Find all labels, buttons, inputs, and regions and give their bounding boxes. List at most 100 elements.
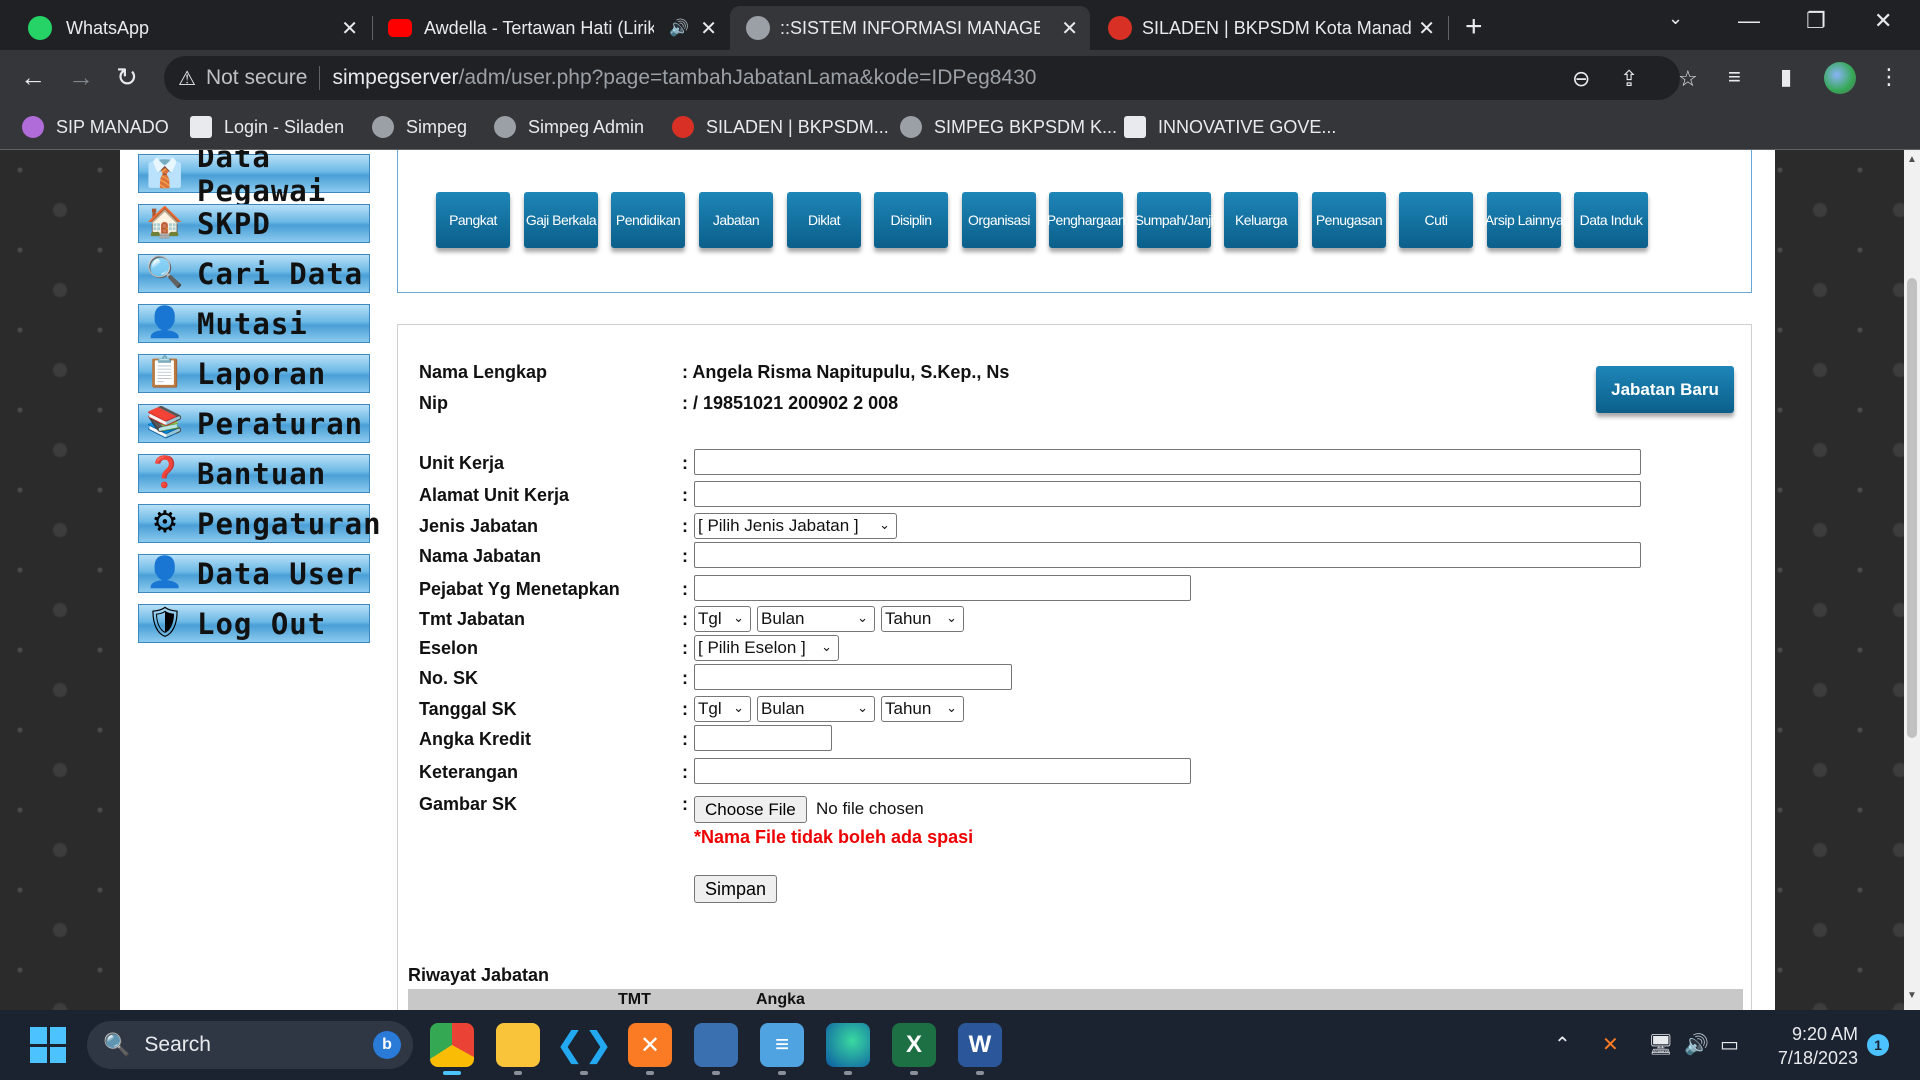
tab-diklat[interactable]: Diklat — [787, 192, 861, 248]
bookmark-innovative-gove[interactable]: INNOVATIVE GOVE... — [1124, 116, 1336, 138]
keterangan-input[interactable] — [694, 758, 1191, 784]
warning-icon[interactable]: ⚠ — [178, 66, 196, 91]
menu-item-skpd[interactable]: 🏠 SKPD — [138, 204, 370, 243]
media-control-icon[interactable]: ≡ — [1728, 64, 1741, 90]
edge-icon[interactable] — [826, 1023, 870, 1075]
eselon-select[interactable]: [ Pilih Eselon ] ⌄ — [694, 635, 839, 661]
tab-gaji-berkala[interactable]: Gaji Berkala — [524, 192, 598, 248]
bookmark-simpeg[interactable]: Simpeg — [372, 116, 467, 138]
unit-kerja-input[interactable] — [694, 449, 1641, 475]
menu-item-log-out[interactable]: 🛡 Log Out — [138, 604, 370, 643]
tab-search-icon[interactable]: ⌄ — [1668, 8, 1683, 29]
simpan-button[interactable]: Simpan — [694, 875, 778, 903]
tab-penugasan[interactable]: Penugasan — [1312, 192, 1386, 248]
menu-item-bantuan[interactable]: ❓ Bantuan — [138, 454, 370, 493]
word-icon[interactable]: W — [958, 1023, 1002, 1075]
new-tab-button[interactable]: + — [1465, 10, 1483, 44]
share-icon[interactable]: ⇪ — [1620, 66, 1638, 92]
choose-file-button[interactable]: Choose File — [694, 796, 807, 823]
file-explorer-icon[interactable] — [496, 1023, 540, 1075]
tab-arsip-lainnya[interactable]: Arsip Lainnya — [1485, 192, 1564, 248]
bookmark-login-siladen[interactable]: Login - Siladen — [190, 116, 344, 138]
sk-tgl-select[interactable]: Tgl ⌄ — [694, 696, 751, 722]
close-icon[interactable]: ✕ — [700, 16, 717, 41]
back-arrow-icon[interactable]: ← — [20, 62, 46, 93]
menu-item-laporan[interactable]: 📋 Laporan — [138, 354, 370, 393]
tab-keluarga[interactable]: Keluarga — [1224, 192, 1298, 248]
tab-penghargaan[interactable]: Penghargaan — [1047, 192, 1126, 248]
address-bar[interactable]: ⚠ Not secure simpegserver/adm/user.php?p… — [164, 56, 1698, 100]
close-window-button[interactable]: ✕ — [1874, 8, 1892, 34]
angka-kredit-input[interactable] — [694, 725, 832, 751]
xampp-tray-icon[interactable]: ✕ — [1602, 1032, 1619, 1057]
scrollbar-thumb[interactable] — [1907, 278, 1917, 738]
nip-value: : / 19851021 200902 2 008 — [682, 393, 899, 413]
tab-jabatan[interactable]: Jabatan — [699, 192, 773, 248]
menu-item-mutasi[interactable]: 👤 Mutasi — [138, 304, 370, 343]
forward-arrow-icon[interactable]: → — [68, 62, 94, 93]
bookmark-sip-manado[interactable]: SIP MANADO — [22, 116, 169, 138]
menu-item-peraturan[interactable]: 📚 Peraturan — [138, 404, 370, 443]
star-icon[interactable]: ☆ — [1678, 66, 1698, 92]
chrome-icon[interactable] — [430, 1023, 474, 1075]
notepad-icon[interactable]: ≡ — [760, 1023, 804, 1075]
tmt-tahun-select[interactable]: Tahun ⌄ — [881, 606, 964, 632]
close-icon[interactable]: ✕ — [1061, 16, 1078, 41]
scroll-up-arrow-icon[interactable]: ▲ — [1907, 154, 1917, 165]
scroll-down-arrow-icon[interactable]: ▼ — [1907, 990, 1917, 1001]
tab-sistem-informasi[interactable]: ::SISTEM INFORMASI MANAGEM ✕ — [730, 6, 1090, 50]
bookmark-siladen-bkpsdm[interactable]: SILADEN | BKPSDM... — [672, 116, 889, 138]
jenis-jabatan-select[interactable]: [ Pilih Jenis Jabatan ] ⌄ — [694, 513, 897, 539]
menu-dots-icon[interactable]: ⋮ — [1878, 64, 1900, 90]
bing-icon[interactable]: b — [373, 1031, 401, 1059]
alamat-unit-kerja-input[interactable] — [694, 481, 1641, 507]
bookmark-simpeg-admin[interactable]: Simpeg Admin — [494, 116, 644, 138]
no-sk-input[interactable] — [694, 664, 1012, 690]
tab-youtube[interactable]: Awdella - Tertawan Hati (Lirik 🔊 ✕ — [374, 6, 729, 50]
pejabat-input[interactable] — [694, 575, 1191, 601]
volume-icon[interactable]: 🔊 — [1684, 1032, 1709, 1057]
menu-item-data-pegawai[interactable]: 👔 Data Pegawai — [138, 150, 370, 208]
tab-siladen[interactable]: SILADEN | BKPSDM Kota Manado ✕ — [1092, 6, 1447, 50]
windows-start-icon[interactable] — [30, 1027, 66, 1063]
tab-organisasi[interactable]: Organisasi — [962, 192, 1036, 248]
restore-button[interactable]: ❐ — [1806, 8, 1826, 34]
excel-icon[interactable]: X — [892, 1023, 936, 1075]
sk-bulan-select[interactable]: Bulan ⌄ — [757, 696, 875, 722]
store-icon[interactable] — [694, 1023, 738, 1075]
side-panel-icon[interactable]: ▮ — [1780, 64, 1792, 90]
tab-disiplin[interactable]: Disiplin — [874, 192, 948, 248]
close-icon[interactable]: ✕ — [341, 16, 358, 41]
taskbar-clock[interactable]: 9:20 AM 7/18/2023 — [1762, 1022, 1858, 1070]
vscode-icon[interactable]: ❮❯ — [556, 1023, 613, 1075]
chevron-up-icon[interactable]: ⌃ — [1554, 1032, 1571, 1057]
close-icon[interactable]: ✕ — [1418, 16, 1435, 41]
taskbar-search[interactable]: 🔍 Search b — [87, 1021, 413, 1069]
not-secure-label[interactable]: Not secure — [206, 66, 308, 90]
sk-tahun-select[interactable]: Tahun ⌄ — [881, 696, 964, 722]
speaker-icon[interactable]: 🔊 — [669, 18, 689, 38]
profile-avatar[interactable] — [1824, 62, 1856, 94]
minimize-button[interactable]: — — [1738, 8, 1760, 34]
tab-whatsapp[interactable]: WhatsApp ✕ — [0, 6, 370, 50]
page-scrollbar[interactable]: ▲ ▼ — [1904, 150, 1920, 1010]
bookmark-simpeg-bkpsdm[interactable]: SIMPEG BKPSDM K... — [900, 116, 1117, 138]
menu-item-data-user[interactable]: 👤 Data User — [138, 554, 370, 593]
jabatan-baru-button[interactable]: Jabatan Baru — [1596, 366, 1734, 413]
notification-badge[interactable]: 1 — [1867, 1034, 1889, 1056]
tab-data-induk[interactable]: Data Induk — [1574, 192, 1648, 248]
menu-item-pengaturan[interactable]: ⚙ Pengaturan — [138, 504, 381, 543]
tmt-bulan-select[interactable]: Bulan ⌄ — [757, 606, 875, 632]
tab-pendidikan[interactable]: Pendidikan — [611, 192, 685, 248]
zoom-icon[interactable]: ⊖ — [1572, 66, 1590, 92]
nama-jabatan-input[interactable] — [694, 542, 1641, 568]
menu-item-cari-data[interactable]: 🔍 Cari Data — [138, 254, 370, 293]
battery-icon[interactable]: ▭ — [1720, 1032, 1739, 1057]
reload-icon[interactable]: ↻ — [116, 62, 138, 93]
tmt-tgl-select[interactable]: Tgl ⌄ — [694, 606, 751, 632]
tab-cuti[interactable]: Cuti — [1399, 192, 1473, 248]
xampp-icon[interactable]: ✕ — [628, 1023, 672, 1075]
tab-sumpah-janji[interactable]: Sumpah/Janji — [1135, 192, 1214, 248]
tab-pangkat[interactable]: Pangkat — [436, 192, 510, 248]
network-icon[interactable]: 🖥 — [1648, 1032, 1673, 1057]
